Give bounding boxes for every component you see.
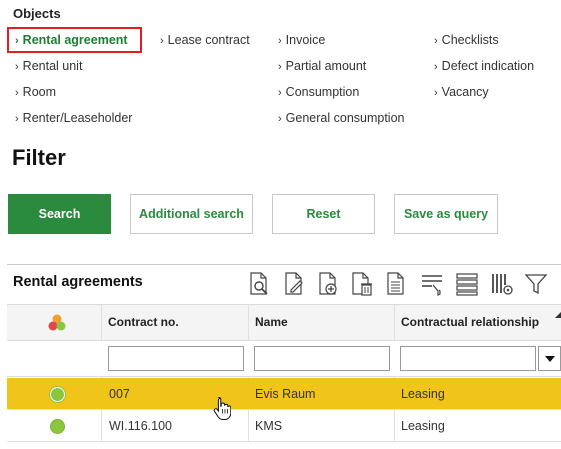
funnel-icon[interactable]	[524, 271, 548, 297]
save-as-query-button[interactable]: Save as query	[394, 194, 498, 234]
chevron-right-icon: ›	[434, 35, 438, 47]
relationship-filter-input[interactable]	[400, 346, 536, 371]
view-document-icon[interactable]	[247, 271, 271, 297]
object-link-label: Renter/Leaseholder	[22, 111, 133, 125]
delete-document-icon[interactable]	[350, 271, 374, 297]
filter-rows-icon[interactable]	[420, 271, 444, 297]
name-filter-input[interactable]	[254, 346, 390, 371]
chevron-right-icon: ›	[278, 113, 282, 125]
document-icon[interactable]	[384, 271, 408, 297]
chevron-right-icon: ›	[434, 61, 438, 73]
object-link-consumption[interactable]: › Consumption	[278, 83, 359, 101]
list-icon[interactable]	[455, 271, 479, 297]
status-dot-icon	[50, 419, 65, 434]
table-header-row: Contract no. Name Contractual relationsh…	[7, 304, 561, 341]
chevron-right-icon: ›	[15, 87, 19, 99]
status-icon	[48, 314, 66, 331]
object-link-invoice[interactable]: › Invoice	[278, 31, 325, 49]
grid-title: Rental agreements	[13, 274, 143, 290]
cell-name: Evis Raum	[255, 387, 316, 401]
cell-contract-no: WI.116.100	[109, 419, 173, 433]
additional-search-button[interactable]: Additional search	[130, 194, 253, 234]
object-link-label: Consumption	[285, 85, 360, 99]
object-link-label: General consumption	[285, 111, 405, 125]
reset-button[interactable]: Reset	[272, 194, 375, 234]
object-link-label: Checklists	[441, 33, 499, 47]
object-link-label: Rental unit	[22, 59, 83, 73]
hand-cursor-icon	[213, 396, 231, 420]
cell-contract-no: 007	[109, 387, 130, 401]
objects-section-title: Objects	[13, 6, 61, 21]
object-link-defect-indication[interactable]: › Defect indication	[434, 57, 534, 75]
object-link-label: Room	[22, 85, 57, 99]
column-header-contractual-relationship[interactable]: Contractual relationship	[401, 305, 539, 340]
edit-document-icon[interactable]	[282, 271, 306, 297]
status-dot-icon	[50, 387, 65, 402]
object-link-renter-leaseholder[interactable]: › Renter/Leaseholder	[15, 109, 132, 127]
cell-name: KMS	[255, 419, 283, 433]
contract-no-filter-input[interactable]	[108, 346, 244, 371]
object-link-label: Vacancy	[441, 85, 489, 99]
status-column-header[interactable]	[47, 314, 67, 332]
cell-relationship: Leasing	[401, 387, 445, 401]
add-document-icon[interactable]	[316, 271, 340, 297]
chevron-right-icon: ›	[278, 35, 282, 47]
filter-title: Filter	[12, 145, 66, 170]
table-row[interactable]: WI.116.100 KMS Leasing	[7, 410, 561, 442]
object-link-label: Defect indication	[441, 59, 535, 73]
object-link-room[interactable]: › Room	[15, 83, 56, 101]
chevron-right-icon: ›	[15, 61, 19, 73]
chevron-right-icon: ›	[15, 35, 19, 47]
object-link-vacancy[interactable]: › Vacancy	[434, 83, 489, 101]
grid-divider	[7, 264, 561, 265]
object-link-general-consumption[interactable]: › General consumption	[278, 109, 405, 127]
object-link-label: Partial amount	[285, 59, 367, 73]
table-row[interactable]: 007 Evis Raum Leasing	[7, 378, 561, 410]
column-header-contract-no[interactable]: Contract no.	[108, 305, 179, 340]
object-link-partial-amount[interactable]: › Partial amount	[278, 57, 366, 75]
object-link-lease-contract[interactable]: › Lease contract	[160, 31, 250, 49]
object-link-label: Rental agreement	[22, 33, 128, 47]
chevron-right-icon: ›	[434, 87, 438, 99]
chevron-right-icon: ›	[278, 61, 282, 73]
object-link-label: Lease contract	[167, 33, 250, 47]
chevron-right-icon: ›	[278, 87, 282, 99]
column-settings-icon[interactable]	[490, 271, 514, 297]
chevron-right-icon: ›	[160, 35, 164, 47]
object-link-label: Invoice	[285, 33, 326, 47]
column-header-name[interactable]: Name	[255, 305, 288, 340]
object-link-checklists[interactable]: › Checklists	[434, 31, 499, 49]
scroll-right-icon[interactable]	[555, 312, 561, 318]
object-link-rental-unit[interactable]: › Rental unit	[15, 57, 82, 75]
chevron-down-icon	[545, 356, 555, 362]
object-link-rental-agreement[interactable]: › Rental agreement	[15, 31, 128, 49]
search-button[interactable]: Search	[8, 194, 111, 234]
relationship-filter-dropdown[interactable]	[538, 346, 561, 371]
chevron-right-icon: ›	[15, 113, 19, 125]
cell-relationship: Leasing	[401, 419, 445, 433]
